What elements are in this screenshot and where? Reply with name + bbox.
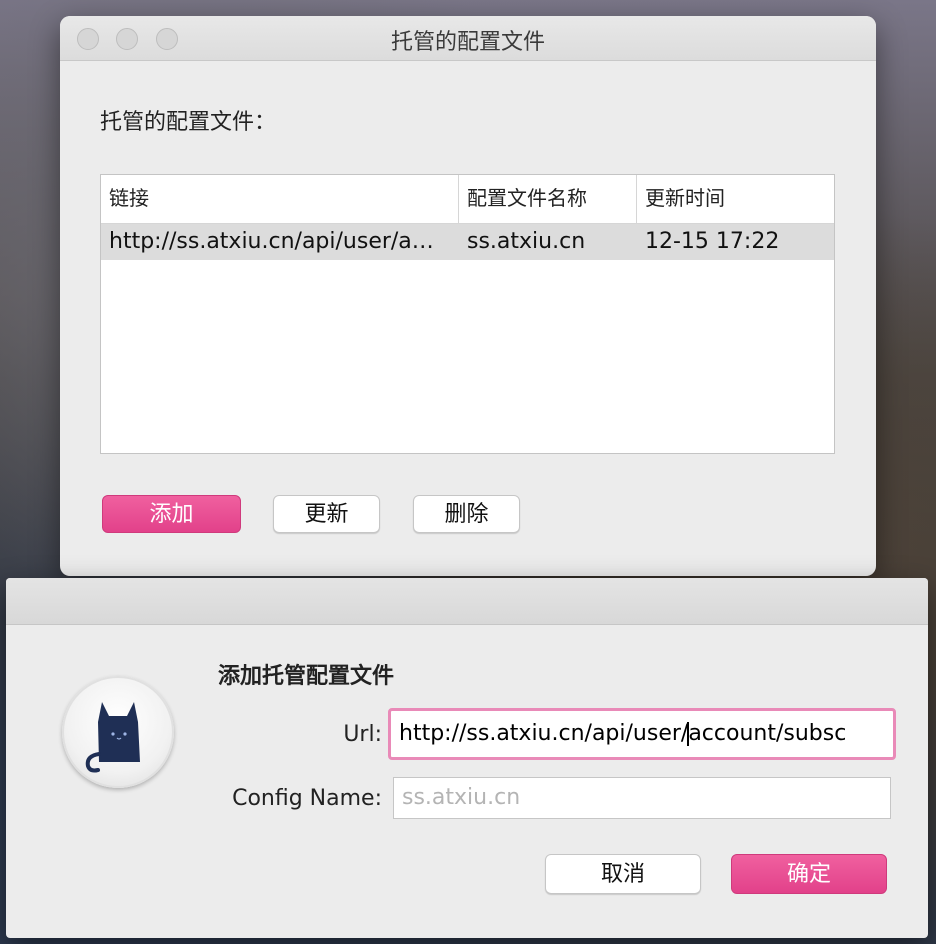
url-text-after-caret: account/subsc	[688, 721, 847, 746]
dialog-title: 添加托管配置文件	[218, 664, 395, 689]
add-button[interactable]: 添加	[102, 495, 241, 533]
url-input[interactable]: http://ss.atxiu.cn/api/user/account/subs…	[388, 708, 896, 760]
column-header-link[interactable]: 链接	[101, 175, 459, 223]
app-icon	[62, 676, 174, 788]
section-label: 托管的配置文件：	[100, 110, 277, 135]
titlebar[interactable]: 托管的配置文件	[60, 16, 876, 61]
cell-url: http://ss.atxiu.cn/api/user/a…	[109, 229, 434, 254]
url-label: Url:	[343, 722, 382, 747]
cat-icon	[85, 702, 140, 773]
column-header-config-name[interactable]: 配置文件名称	[459, 175, 637, 223]
cell-updated: 12-15 17:22	[645, 229, 780, 254]
config-name-label: Config Name:	[232, 786, 382, 811]
add-config-dialog: 添加托管配置文件 Url: http://ss.atxiu.cn/api/use…	[6, 578, 928, 938]
table-row[interactable]: http://ss.atxiu.cn/api/user/a… ss.atxiu.…	[101, 224, 834, 260]
window-title: 托管的配置文件	[390, 30, 545, 55]
table-header: 链接 配置文件名称 更新时间	[101, 175, 834, 224]
url-text-before-caret: http://ss.atxiu.cn/api/user/	[399, 721, 689, 746]
config-name-placeholder: ss.atxiu.cn	[402, 785, 521, 810]
cancel-button[interactable]: 取消	[545, 854, 701, 894]
delete-button[interactable]: 删除	[413, 495, 520, 533]
update-button[interactable]: 更新	[273, 495, 380, 533]
ok-button[interactable]: 确定	[731, 854, 887, 894]
config-table: 链接 配置文件名称 更新时间 http://ss.atxiu.cn/api/us…	[100, 174, 835, 454]
managed-config-window: 托管的配置文件 托管的配置文件： 链接 配置文件名称 更新时间 http://s…	[60, 16, 876, 576]
cell-config-name: ss.atxiu.cn	[467, 229, 586, 254]
column-header-updated[interactable]: 更新时间	[637, 175, 836, 223]
config-name-input[interactable]: ss.atxiu.cn	[393, 777, 891, 819]
dialog-titlebar	[6, 578, 928, 625]
